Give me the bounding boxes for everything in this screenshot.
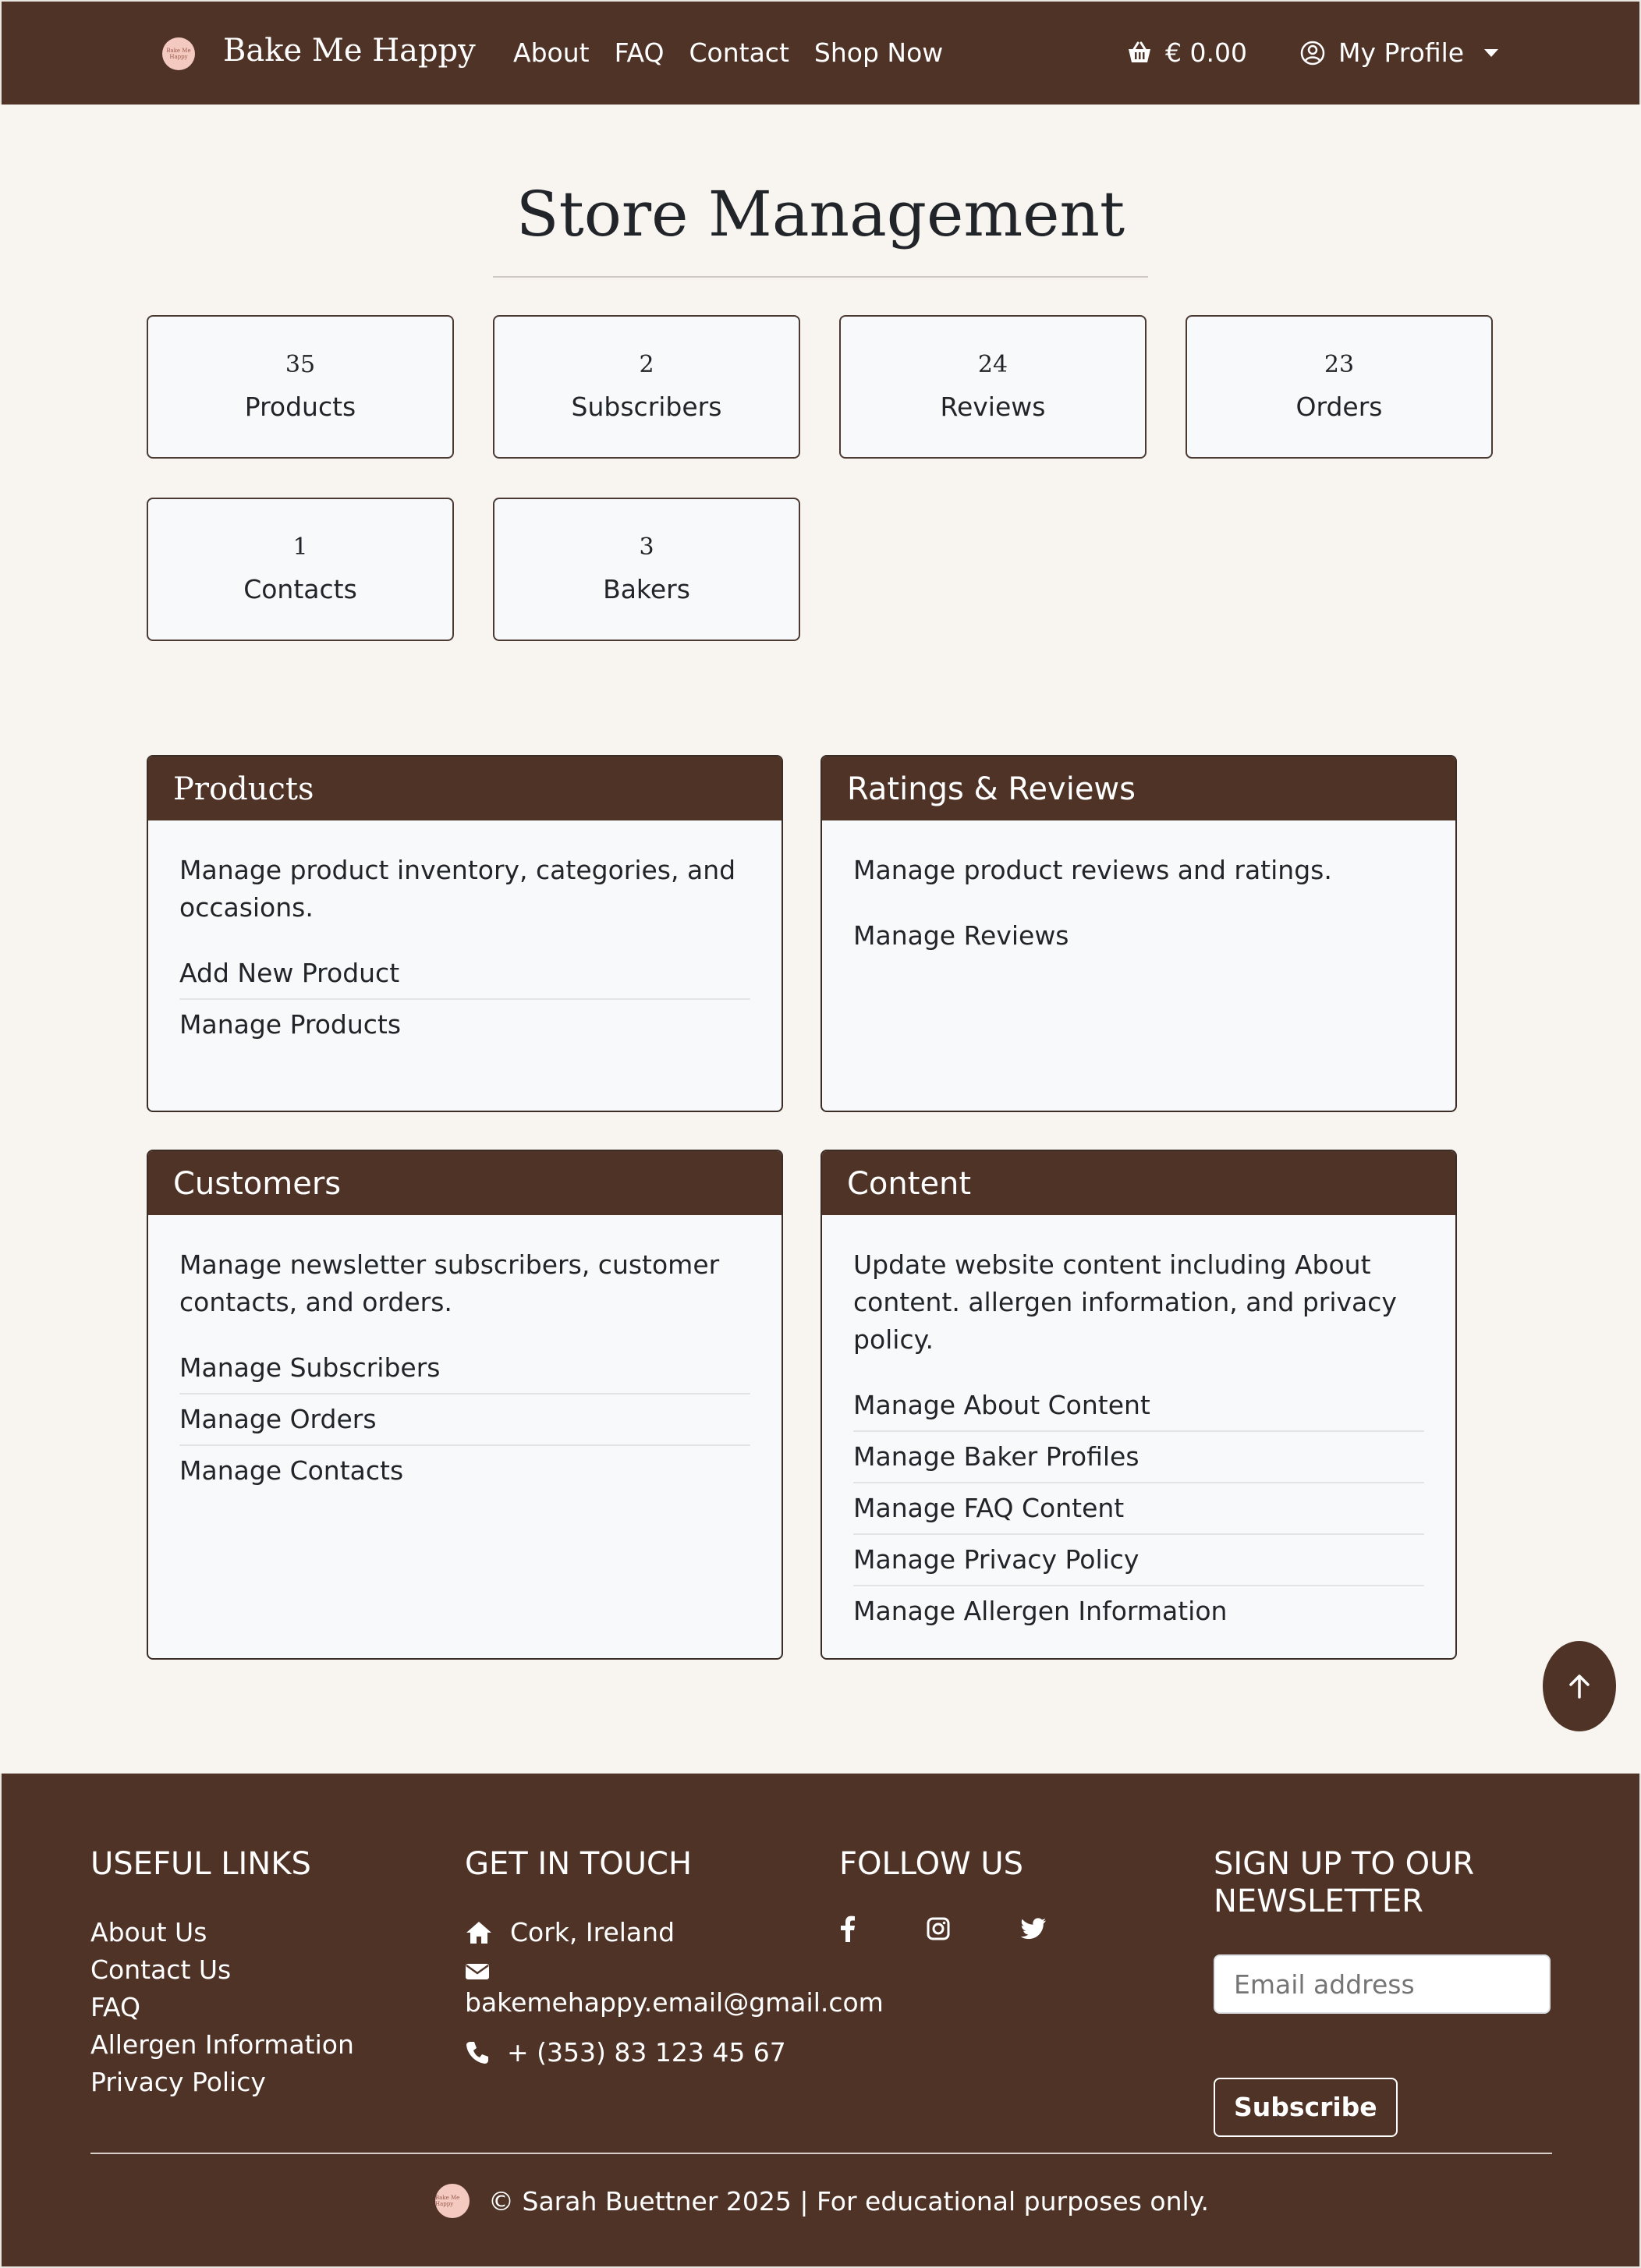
nav-links: About FAQ Contact Shop Now <box>513 37 943 68</box>
add-new-product-link[interactable]: Add New Product <box>179 948 750 1000</box>
stat-value: 24 <box>977 351 1008 378</box>
newsletter-email-input[interactable] <box>1214 1954 1551 2014</box>
profile-label: My Profile <box>1338 37 1465 68</box>
footer-link-privacy-policy[interactable]: Privacy Policy <box>90 2064 354 2101</box>
phone-text: + (353) 83 123 45 67 <box>507 2037 786 2068</box>
profile-dropdown[interactable]: My Profile <box>1299 37 1499 68</box>
customers-card: Customers Manage newsletter subscribers,… <box>147 1150 783 1660</box>
envelope-icon <box>466 1964 489 1979</box>
email-text[interactable]: bakemehappy.email@gmail.com <box>465 1984 884 2022</box>
nav-link-contact[interactable]: Contact <box>689 37 789 68</box>
customers-card-title: Customers <box>148 1151 782 1215</box>
manage-reviews-link[interactable]: Manage Reviews <box>853 911 1424 961</box>
footer-logo-text: Bake Me Happy <box>435 2195 460 2207</box>
phone-row: + (353) 83 123 45 67 <box>465 2034 884 2071</box>
content-card: Content Update website content including… <box>820 1150 1457 1660</box>
stat-label: Products <box>244 392 356 422</box>
manage-faq-content-link[interactable]: Manage FAQ Content <box>853 1483 1424 1535</box>
stat-card-orders[interactable]: 23 Orders <box>1186 315 1493 459</box>
footer-link-allergen-information[interactable]: Allergen Information <box>90 2026 354 2064</box>
footer-link-contact-us[interactable]: Contact Us <box>90 1951 354 1989</box>
products-card-description: Manage product inventory, categories, an… <box>179 855 736 923</box>
navbar: Bake Me Happy Bake Me Happy About FAQ Co… <box>0 0 1641 105</box>
newsletter-heading: SIGN UP TO OUR NEWSLETTER <box>1214 1846 1475 1919</box>
twitter-icon[interactable] <box>1020 1918 1047 1940</box>
subscribe-button[interactable]: Subscribe <box>1214 2078 1398 2137</box>
content-card-title: Content <box>822 1151 1455 1215</box>
arrow-up-icon <box>1569 1674 1590 1699</box>
manage-privacy-policy-link[interactable]: Manage Privacy Policy <box>853 1535 1424 1586</box>
social-links <box>839 1915 1047 1942</box>
manage-contacts-link[interactable]: Manage Contacts <box>179 1446 750 1496</box>
footer: USEFUL LINKS About Us Contact Us FAQ All… <box>0 1774 1641 2268</box>
useful-links-heading: USEFUL LINKS <box>90 1846 311 1882</box>
stat-card-products[interactable]: 35 Products <box>147 315 454 459</box>
nav-link-about[interactable]: About <box>513 37 590 68</box>
manage-allergen-information-link[interactable]: Manage Allergen Information <box>853 1586 1424 1636</box>
stat-card-contacts[interactable]: 1 Contacts <box>147 498 454 641</box>
copyright-text: © Sarah Buettner 2025 | For educational … <box>488 2185 1209 2217</box>
cart-button[interactable]: € 0.00 <box>1126 37 1247 68</box>
products-card: Products Manage product inventory, categ… <box>147 755 783 1112</box>
follow-us-heading: FOLLOW US <box>839 1846 1024 1882</box>
facebook-icon[interactable] <box>839 1915 856 1942</box>
location-row: Cork, Ireland <box>465 1914 884 1951</box>
page-title: Store Management <box>516 178 1125 250</box>
location-text: Cork, Ireland <box>510 1917 675 1947</box>
stat-value: 35 <box>285 351 316 378</box>
stat-value: 2 <box>639 351 654 378</box>
brand-logo-text: Bake Me Happy <box>166 48 191 60</box>
manage-subscribers-link[interactable]: Manage Subscribers <box>179 1343 750 1394</box>
footer-get-in-touch: GET IN TOUCH Cork, Ireland bakemehappy.e… <box>465 1845 884 2071</box>
stat-value: 3 <box>639 533 654 561</box>
title-divider <box>493 276 1148 278</box>
cart-total: € 0.00 <box>1165 37 1247 68</box>
manage-products-link[interactable]: Manage Products <box>179 1000 750 1050</box>
instagram-icon[interactable] <box>927 1917 950 1940</box>
brand-name[interactable]: Bake Me Happy <box>223 33 476 69</box>
stat-label: Orders <box>1295 392 1383 422</box>
reviews-card: Ratings & Reviews Manage product reviews… <box>820 755 1457 1112</box>
manage-about-content-link[interactable]: Manage About Content <box>853 1380 1424 1432</box>
user-circle-icon <box>1300 41 1325 65</box>
stat-label: Contacts <box>243 574 357 604</box>
stat-label: Reviews <box>940 392 1046 422</box>
footer-divider <box>90 2153 1552 2154</box>
customers-card-description: Manage newsletter subscribers, customer … <box>179 1249 720 1317</box>
footer-follow-us: FOLLOW US <box>839 1845 1047 1942</box>
reviews-card-title: Ratings & Reviews <box>822 757 1455 820</box>
footer-link-about-us[interactable]: About Us <box>90 1914 354 1951</box>
stat-card-bakers[interactable]: 3 Bakers <box>493 498 800 641</box>
home-icon <box>466 1922 491 1944</box>
stat-label: Subscribers <box>571 392 722 422</box>
products-card-title: Products <box>148 757 782 820</box>
content-card-description: Update website content including About c… <box>853 1249 1397 1355</box>
phone-icon <box>466 2042 488 2064</box>
stat-value: 1 <box>292 533 308 561</box>
reviews-card-description: Manage product reviews and ratings. <box>853 855 1332 885</box>
nav-link-shop-now[interactable]: Shop Now <box>814 37 943 68</box>
get-in-touch-heading: GET IN TOUCH <box>465 1846 693 1882</box>
stat-card-reviews[interactable]: 24 Reviews <box>839 315 1147 459</box>
footer-useful-links: USEFUL LINKS About Us Contact Us FAQ All… <box>90 1845 354 2101</box>
brand-logo[interactable]: Bake Me Happy <box>162 37 195 70</box>
footer-logo: Bake Me Happy <box>435 2184 470 2218</box>
stat-label: Bakers <box>603 574 690 604</box>
scroll-to-top-button[interactable] <box>1543 1641 1616 1731</box>
email-row: bakemehappy.email@gmail.com <box>465 1962 884 2022</box>
chevron-down-icon <box>1484 48 1499 57</box>
footer-link-faq[interactable]: FAQ <box>90 1989 354 2026</box>
basket-icon <box>1129 41 1150 62</box>
footer-newsletter: SIGN UP TO OUR NEWSLETTER Subscribe <box>1214 1845 1557 2137</box>
manage-baker-profiles-link[interactable]: Manage Baker Profiles <box>853 1432 1424 1483</box>
nav-link-faq[interactable]: FAQ <box>615 37 665 68</box>
copyright-row: Bake Me Happy © Sarah Buettner 2025 | Fo… <box>2 2184 1641 2218</box>
stat-value: 23 <box>1324 351 1355 378</box>
stat-card-subscribers[interactable]: 2 Subscribers <box>493 315 800 459</box>
manage-orders-link[interactable]: Manage Orders <box>179 1394 750 1446</box>
